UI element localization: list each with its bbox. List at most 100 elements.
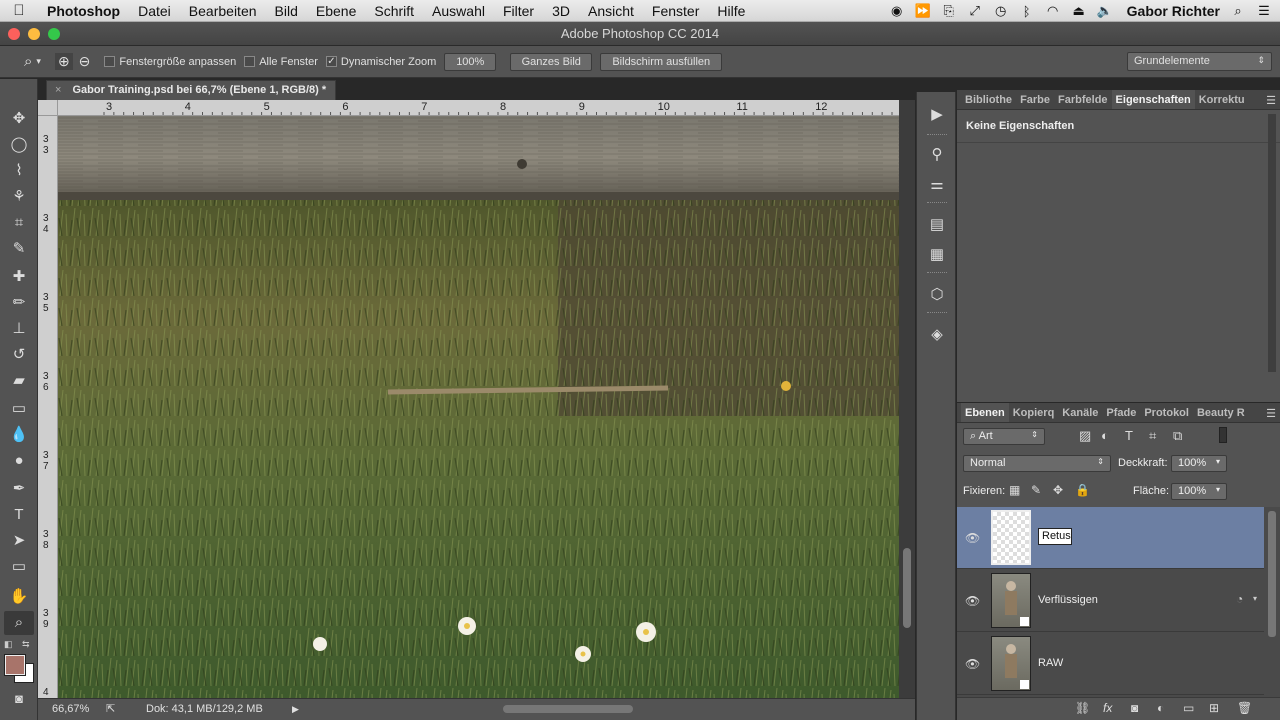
paragraph-panel-icon[interactable]: ▦ [925,244,949,266]
tab-adjustments[interactable]: Korrektu [1195,90,1249,109]
crop-tool-icon[interactable]: ⌗ [4,211,34,235]
filter-shape-layers-icon[interactable]: ⌗ [1149,428,1156,444]
menu-auswahl[interactable]: Auswahl [423,3,494,19]
menu-hilfe[interactable]: Hilfe [708,3,754,19]
screenshot-icon[interactable]: ⤢ [967,3,983,19]
new-layer-icon[interactable]: ⊞ [1209,701,1219,715]
all-windows-checkbox[interactable] [244,56,256,67]
clone-stamp-tool-icon[interactable]: ⊥ [4,317,34,341]
blur-tool-icon[interactable]: 💧 [4,423,34,447]
document-canvas[interactable] [58,116,899,698]
menu-bearbeiten[interactable]: Bearbeiten [180,3,266,19]
whole-image-button[interactable]: Ganzes Bild [510,52,593,71]
zoom-tool-icon[interactable]: ⌕ [4,611,34,635]
zoom-100-button[interactable]: 100% [444,52,497,71]
visibility-eye-icon[interactable]: 👁 [965,657,980,671]
fill-field[interactable]: 100% ▾ [1171,483,1227,500]
menu-ebene[interactable]: Ebene [307,3,365,19]
expand-effects-icon[interactable]: ▾ [1253,594,1257,603]
record-icon[interactable]: ◉ [889,3,905,19]
filter-toggle-switch[interactable] [1219,427,1227,443]
fill-screen-button[interactable]: Bildschirm ausfüllen [600,52,723,71]
zoom-level[interactable]: 66,67% [52,699,89,719]
vertical-ruler[interactable]: 33 34 35 36 37 38 39 4 [38,116,58,698]
move-tool-icon[interactable]: ✥ [4,107,34,131]
layer-name-input[interactable]: Retus [1038,528,1072,545]
workspace-select[interactable]: Grundelemente ⇕ [1127,52,1272,71]
healing-brush-tool-icon[interactable]: ✚ [4,265,34,289]
new-adjustment-layer-icon[interactable]: ◐ [1157,701,1164,715]
default-colors-icon[interactable]: ◧ [4,639,13,650]
tab-swatches[interactable]: Farbfelde [1054,90,1112,109]
menu-bild[interactable]: Bild [266,3,307,19]
layer-row-raw[interactable]: 👁 RAW [957,633,1264,695]
quick-selection-tool-icon[interactable]: ⚘ [4,185,34,209]
menu-schrift[interactable]: Schrift [365,3,423,19]
new-group-folder-icon[interactable]: ▭ [1183,701,1194,715]
menu-3d[interactable]: 3D [543,3,579,19]
lock-transparency-icon[interactable]: ▦ [1009,483,1020,497]
time-machine-icon[interactable]: ◷ [993,3,1009,19]
layer-style-fx-icon[interactable]: fx [1103,701,1112,715]
panel-menu-icon[interactable]: ☰ [1266,94,1276,107]
user-name[interactable]: Gabor Richter [1127,3,1220,19]
quick-mask-icon[interactable]: ◙ [4,687,34,711]
zoom-out-icon[interactable]: ⊖ [79,53,91,70]
foreground-color-swatch[interactable] [4,654,26,676]
layers-stack-icon[interactable]: ◈ [925,324,949,346]
sync-icon[interactable]: ⎘ [941,3,957,19]
tab-paths[interactable]: Pfade [1102,403,1140,422]
brush-presets-icon[interactable]: ⚲ [925,144,949,166]
tab-color[interactable]: Farbe [1016,90,1054,109]
history-brush-tool-icon[interactable]: ↺ [4,343,34,367]
filter-adjustment-layers-icon[interactable]: ◐ [1101,428,1109,443]
maximize-window-button[interactable] [48,28,60,40]
volume-icon[interactable]: 🔈 [1097,3,1113,19]
menu-app[interactable]: Photoshop [38,3,129,19]
swap-colors-icon[interactable]: ⇆ [22,639,30,650]
tab-properties[interactable]: Eigenschaften [1111,90,1195,109]
ruler-origin[interactable] [38,100,58,116]
menu-ansicht[interactable]: Ansicht [579,3,643,19]
tool-preset-dropdown-icon[interactable]: ▾ [36,56,41,67]
layers-panel-menu-icon[interactable]: ☰ [1266,407,1276,420]
eject-icon[interactable]: ⏏ [1071,3,1087,19]
wifi-icon[interactable]: ◠ [1045,3,1061,19]
rectangle-tool-icon[interactable]: ▭ [4,555,34,579]
visibility-eye-icon[interactable]: 👁 [965,594,980,608]
pen-tool-icon[interactable]: ✒ [4,477,34,501]
character-panel-icon[interactable]: ▤ [925,214,949,236]
smart-filter-options-icon[interactable]: ◔ [1236,592,1243,606]
tab-beauty-retouch[interactable]: Beauty R [1193,403,1249,422]
eraser-tool-icon[interactable]: ▰ [4,369,34,393]
menu-datei[interactable]: Datei [129,3,180,19]
dodge-tool-icon[interactable]: ● [4,449,34,473]
path-selection-tool-icon[interactable]: ➤ [4,529,34,553]
blend-mode-select[interactable]: Normal ⇕ [963,455,1111,472]
play-icon[interactable]: ▶ [925,104,949,126]
spotlight-search-icon[interactable]: ⌕ [1230,3,1246,19]
lock-position-icon[interactable]: ✥ [1053,483,1063,497]
eyedropper-tool-icon[interactable]: ✎ [4,237,34,261]
opacity-field[interactable]: 100% ▾ [1171,455,1227,472]
horizontal-ruler[interactable]: 3 4 5 6 7 8 9 10 11 12 [58,100,899,116]
close-document-icon[interactable]: × [55,84,61,96]
polygonal-lasso-tool-icon[interactable]: ⌇ [4,159,34,183]
tab-layers[interactable]: Ebenen [961,403,1009,422]
layer-row-verfluessigen[interactable]: 👁 Verflüssigen ◔ ▾ [957,570,1264,632]
3d-cube-icon[interactable]: ⬡ [925,284,949,306]
notification-list-icon[interactable]: ☰ [1256,3,1272,19]
add-mask-icon[interactable]: ◙ [1131,701,1138,715]
type-tool-icon[interactable]: T [4,503,34,527]
filter-smart-objects-icon[interactable]: ⧉ [1173,428,1182,444]
status-menu-arrow-icon[interactable]: ▶ [292,699,299,719]
delete-layer-trash-icon[interactable]: 🗑 [1237,701,1252,715]
zoom-in-icon[interactable]: ⊕ [54,53,73,70]
tab-history[interactable]: Protokol [1140,403,1193,422]
elliptical-marquee-tool-icon[interactable]: ◯ [4,133,34,157]
fit-window-checkbox[interactable] [104,56,116,67]
gradient-tool-icon[interactable]: ▭ [4,397,34,421]
tab-libraries[interactable]: Bibliothe [961,90,1016,109]
share-icon[interactable]: ⇱ [106,699,115,719]
fast-forward-icon[interactable]: ⏩ [915,3,931,19]
